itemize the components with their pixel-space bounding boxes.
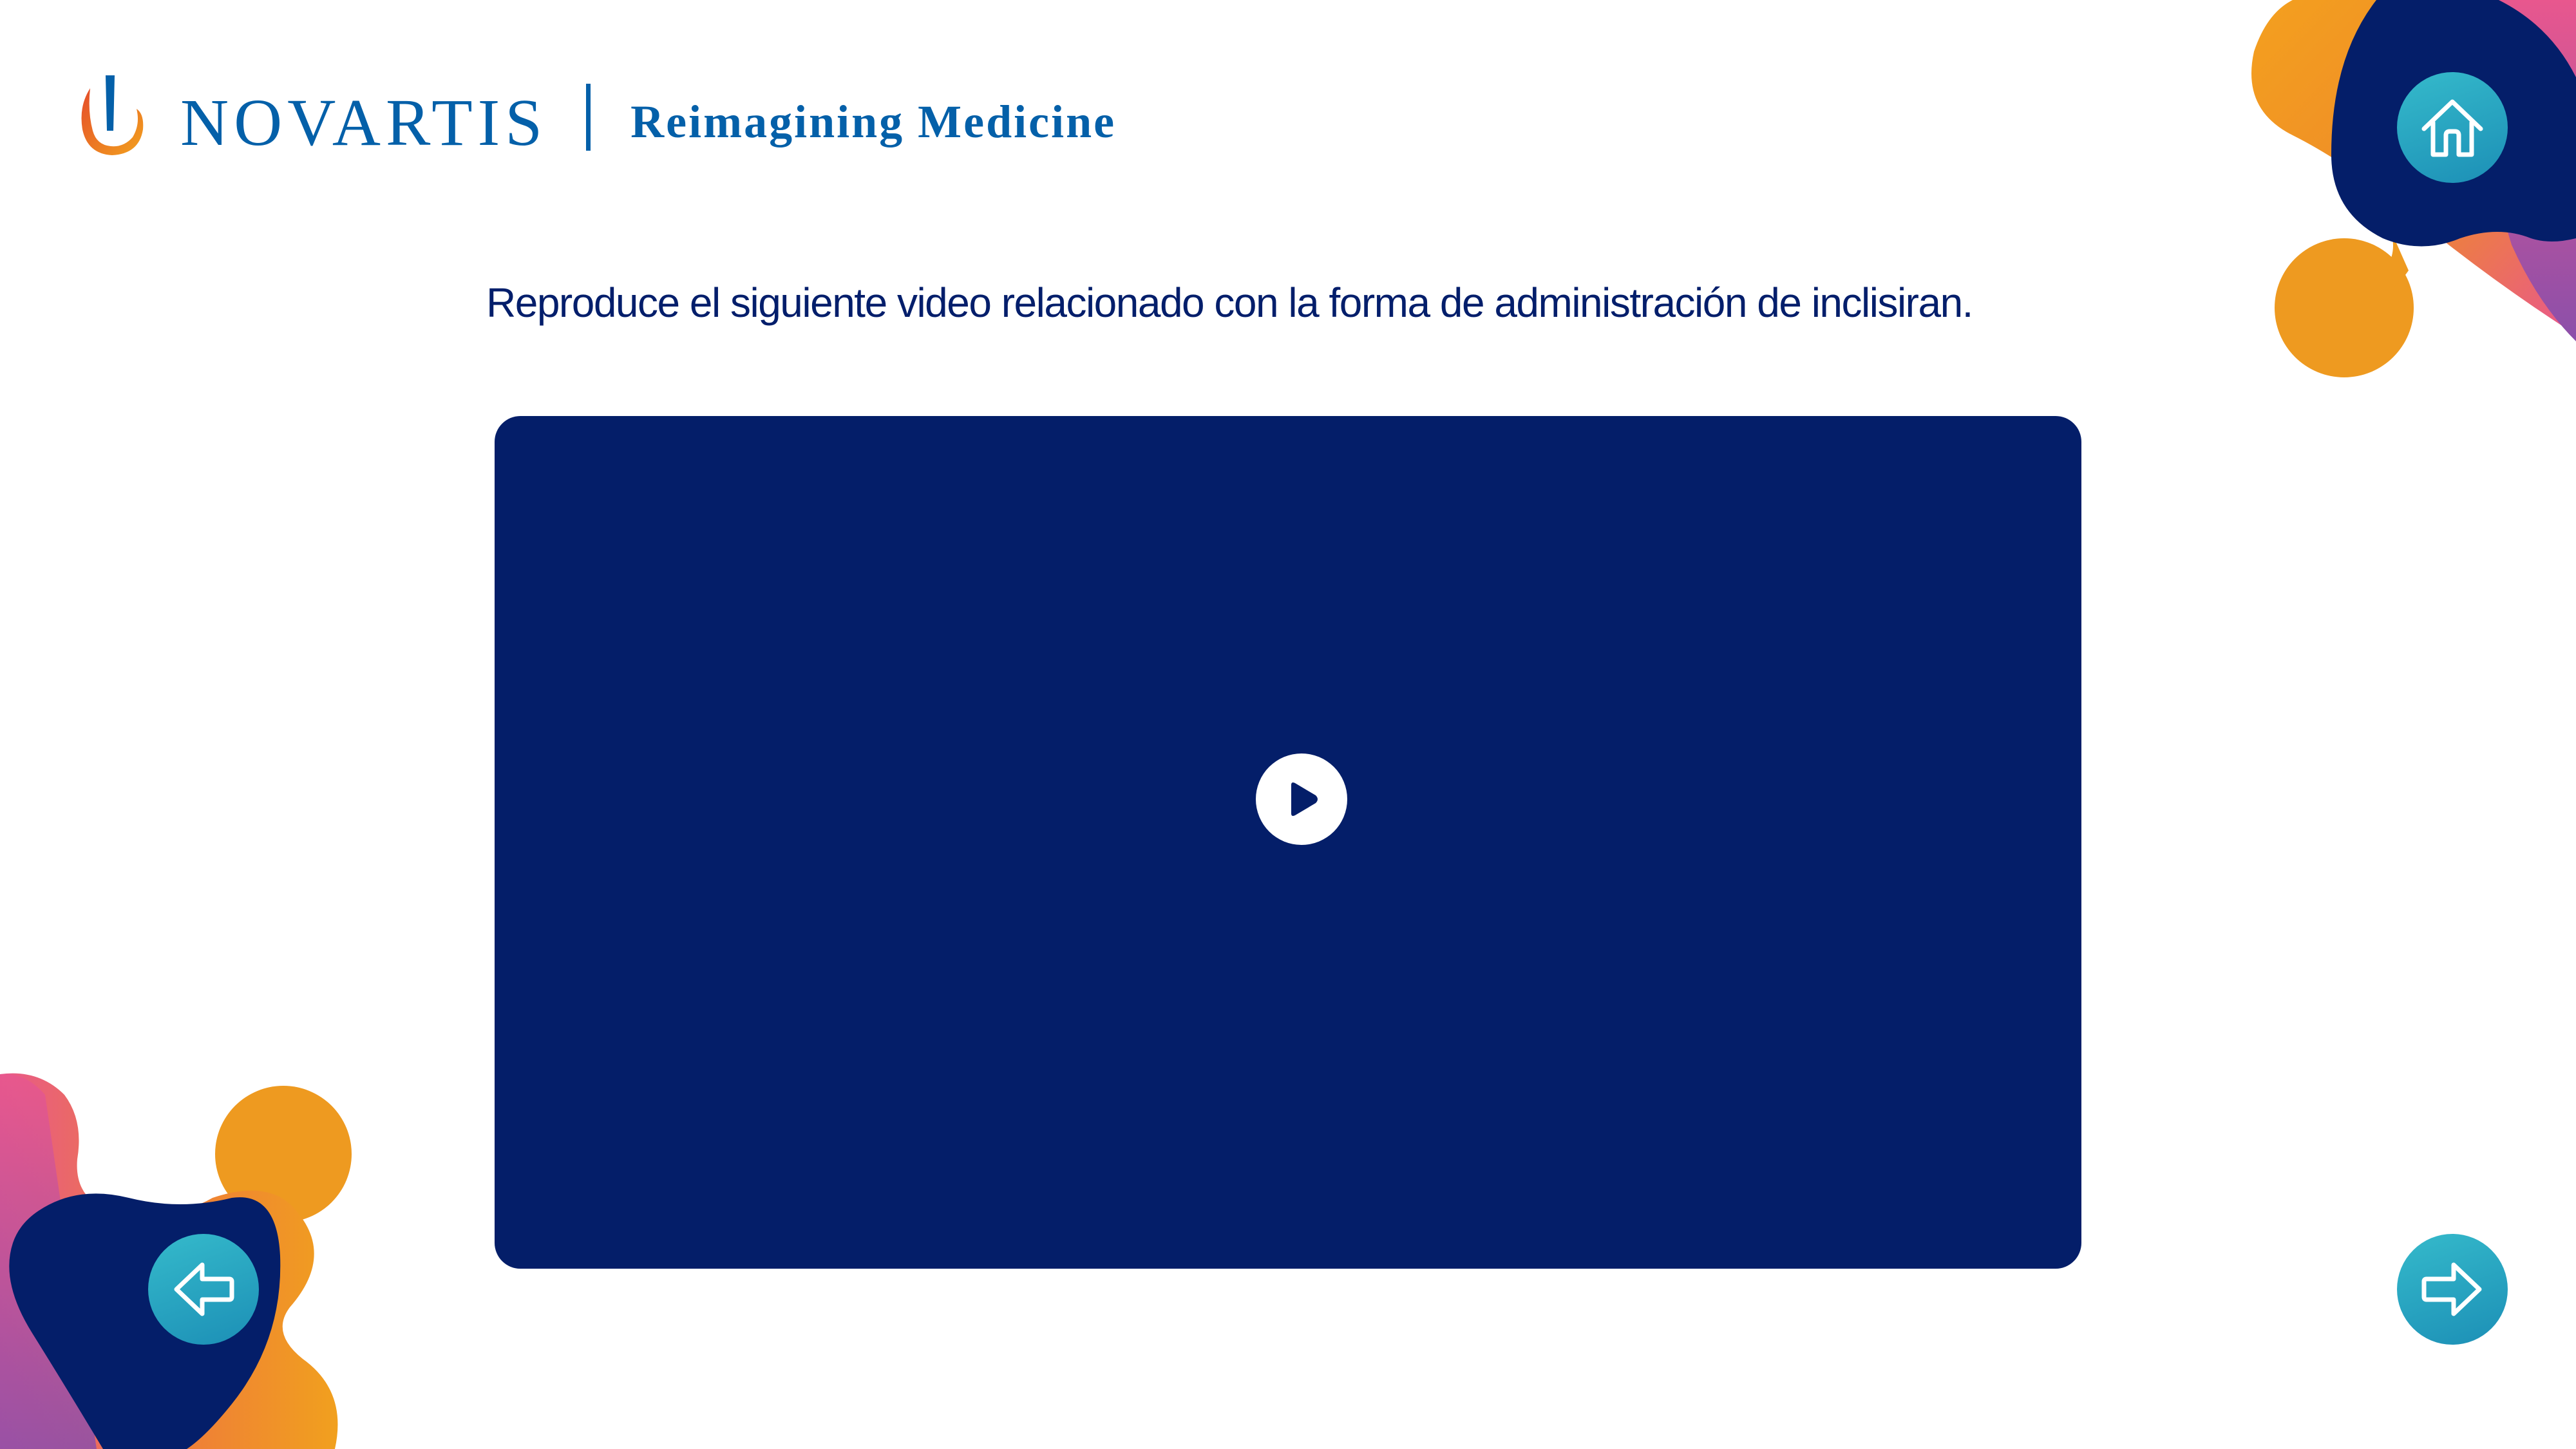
home-icon bbox=[2421, 99, 2483, 157]
instruction-text: Reproduce el siguiente video relacionado… bbox=[486, 279, 1973, 326]
next-button[interactable] bbox=[2397, 1234, 2508, 1345]
logo-divider bbox=[586, 84, 591, 151]
arrow-right-icon bbox=[2421, 1262, 2482, 1316]
novartis-logo: NOVARTIS Reimagining Medicine bbox=[76, 72, 1116, 162]
arrow-left-icon bbox=[174, 1262, 234, 1316]
slide: NOVARTIS Reimagining Medicine Reproduce … bbox=[0, 0, 2576, 1449]
video-player[interactable] bbox=[495, 416, 2081, 1269]
brand-name: NOVARTIS bbox=[180, 86, 548, 160]
novartis-flame-icon bbox=[81, 75, 144, 155]
top-right-decoration bbox=[2251, 0, 2576, 377]
brand-tagline: Reimagining Medicine bbox=[630, 96, 1117, 147]
previous-button[interactable] bbox=[148, 1234, 259, 1345]
home-button[interactable] bbox=[2397, 72, 2508, 183]
play-icon bbox=[1291, 782, 1318, 816]
play-button[interactable] bbox=[1256, 753, 1347, 845]
